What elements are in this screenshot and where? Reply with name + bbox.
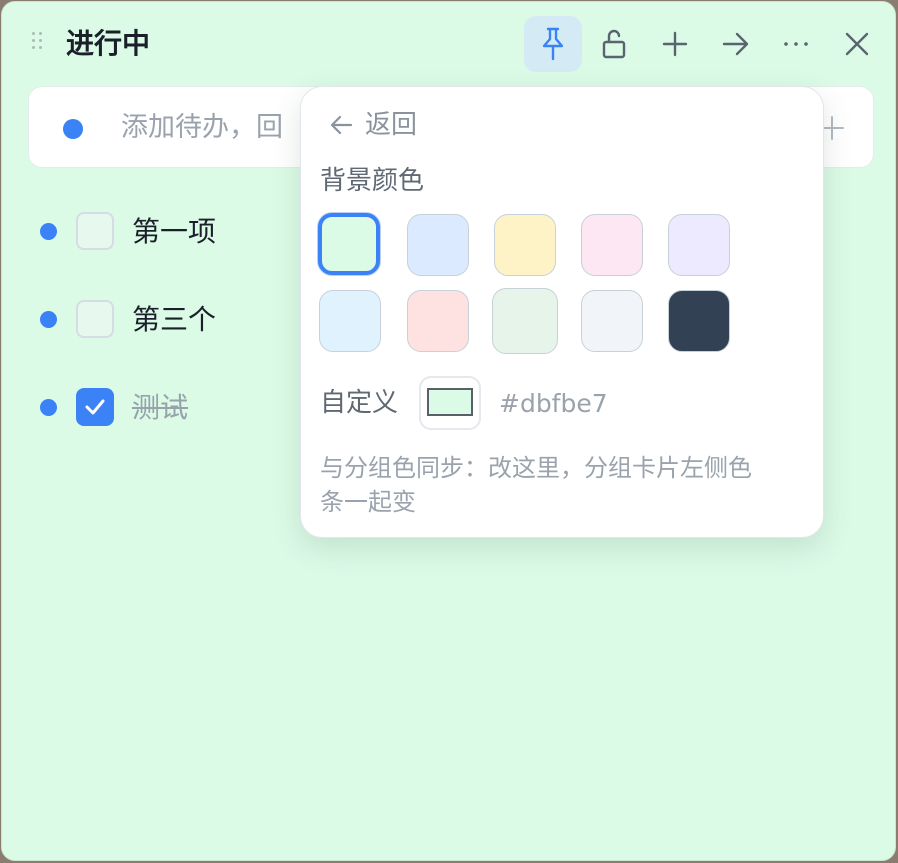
add-button[interactable] — [646, 16, 704, 72]
todo-dot — [40, 223, 57, 240]
unlock-icon — [602, 29, 626, 59]
color-swatch[interactable] — [492, 288, 558, 354]
back-button[interactable]: 返回 — [329, 107, 417, 143]
todo-checkbox-checked[interactable] — [76, 388, 114, 426]
lock-button[interactable] — [585, 16, 643, 72]
pin-button[interactable] — [524, 16, 582, 72]
todo-checkbox[interactable] — [76, 212, 114, 250]
section-title: 背景颜色 — [320, 166, 425, 196]
list-item: 第三个 — [38, 298, 288, 342]
close-icon — [845, 32, 869, 56]
color-popover: 返回 背景颜色 自定义 与分组色同步：改这里，分组卡片左侧色条一起变 — [300, 86, 824, 538]
list-item: 测试 — [38, 386, 288, 430]
header: 进行中 — [2, 2, 895, 84]
todo-dot — [40, 399, 57, 416]
back-label: 返回 — [365, 110, 418, 140]
add-todo-input[interactable] — [121, 105, 291, 149]
todo-checkbox[interactable] — [76, 300, 114, 338]
todo-dot — [40, 311, 57, 328]
more-button[interactable] — [767, 16, 825, 72]
sync-hint: 与分组色同步：改这里，分组卡片左侧色条一起变 — [320, 454, 752, 516]
todo-window: 进行中 添加待办，回 第一项 第三个 测试 返回 背景颜色 自定义 #dbfbe… — [1, 1, 896, 861]
color-swatch[interactable] — [581, 214, 643, 276]
custom-color-preview — [427, 388, 473, 416]
color-swatch[interactable] — [407, 214, 469, 276]
group-color-dot — [63, 119, 83, 139]
todo-label[interactable]: 第三个 — [132, 300, 216, 340]
page-title: 进行中 — [66, 27, 151, 60]
arrow-right-icon — [722, 32, 749, 56]
color-swatch[interactable] — [319, 290, 381, 352]
more-icon — [784, 42, 808, 46]
move-button[interactable] — [707, 16, 765, 72]
color-swatch[interactable] — [668, 214, 730, 276]
check-icon — [85, 399, 105, 415]
custom-color-label: 自定义 — [320, 388, 399, 418]
color-swatch[interactable] — [407, 290, 469, 352]
list-item: 第一项 — [38, 210, 288, 254]
drag-handle-icon[interactable] — [30, 32, 44, 54]
color-swatch[interactable] — [581, 290, 643, 352]
todo-label[interactable]: 测试 — [132, 388, 188, 428]
plus-icon — [662, 31, 688, 57]
color-swatch[interactable] — [318, 213, 380, 275]
color-swatch[interactable] — [494, 214, 556, 276]
close-button[interactable] — [828, 16, 886, 72]
todo-label[interactable]: 第一项 — [132, 212, 216, 252]
pin-icon — [542, 27, 564, 61]
arrow-left-icon — [330, 115, 353, 135]
hex-color-input[interactable] — [499, 385, 699, 421]
color-swatch[interactable] — [668, 290, 730, 352]
custom-color-picker[interactable] — [419, 376, 481, 430]
